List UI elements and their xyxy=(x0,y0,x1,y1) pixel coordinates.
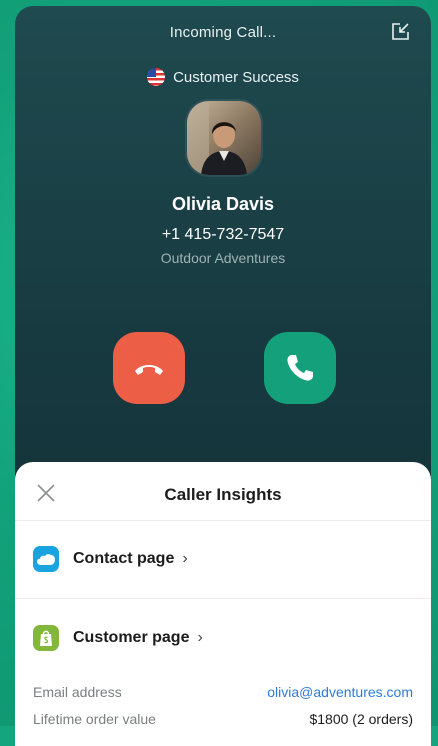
customer-page-link[interactable]: Customer page › xyxy=(15,599,431,677)
minimize-icon[interactable] xyxy=(389,21,411,43)
queue-label: Customer Success xyxy=(15,68,431,86)
us-flag-icon xyxy=(147,68,166,86)
phone-icon xyxy=(287,355,313,381)
caller-phone: +1 415-732-7547 xyxy=(161,226,285,243)
avatar xyxy=(187,101,261,175)
hang-up-icon xyxy=(135,365,163,375)
call-widget: Incoming Call... Customer Success Olivia… xyxy=(15,6,431,746)
lifetime-value-label: Lifetime order value xyxy=(33,711,156,727)
email-label: Email address xyxy=(33,684,122,700)
queue-name: Customer Success xyxy=(173,68,299,86)
lifetime-value: $1800 (2 orders) xyxy=(309,711,413,727)
contact-page-link[interactable]: Contact page › xyxy=(15,520,431,599)
contact-page-label: Contact page xyxy=(73,550,175,567)
decline-call-button[interactable] xyxy=(113,332,185,404)
lifetime-value-row: Lifetime order value $1800 (2 orders) xyxy=(33,711,413,727)
customer-page-label: Customer page xyxy=(73,629,190,646)
email-row: Email address olivia@adventures.com xyxy=(33,684,413,700)
call-status-title: Incoming Call... xyxy=(169,24,277,41)
caller-company: Outdoor Adventures xyxy=(160,250,286,266)
shopify-icon xyxy=(33,625,59,651)
chevron-right-icon: › xyxy=(182,550,188,567)
chevron-right-icon: › xyxy=(197,629,203,646)
caller-name: Olivia Davis xyxy=(171,194,275,214)
panel-header: Caller Insights xyxy=(15,462,431,521)
panel-title: Caller Insights xyxy=(164,485,282,504)
accept-call-button[interactable] xyxy=(264,332,336,404)
salesforce-icon xyxy=(33,546,59,572)
email-link[interactable]: olivia@adventures.com xyxy=(267,684,413,700)
caller-insights-panel: Caller Insights Contact page › Customer … xyxy=(15,462,431,746)
